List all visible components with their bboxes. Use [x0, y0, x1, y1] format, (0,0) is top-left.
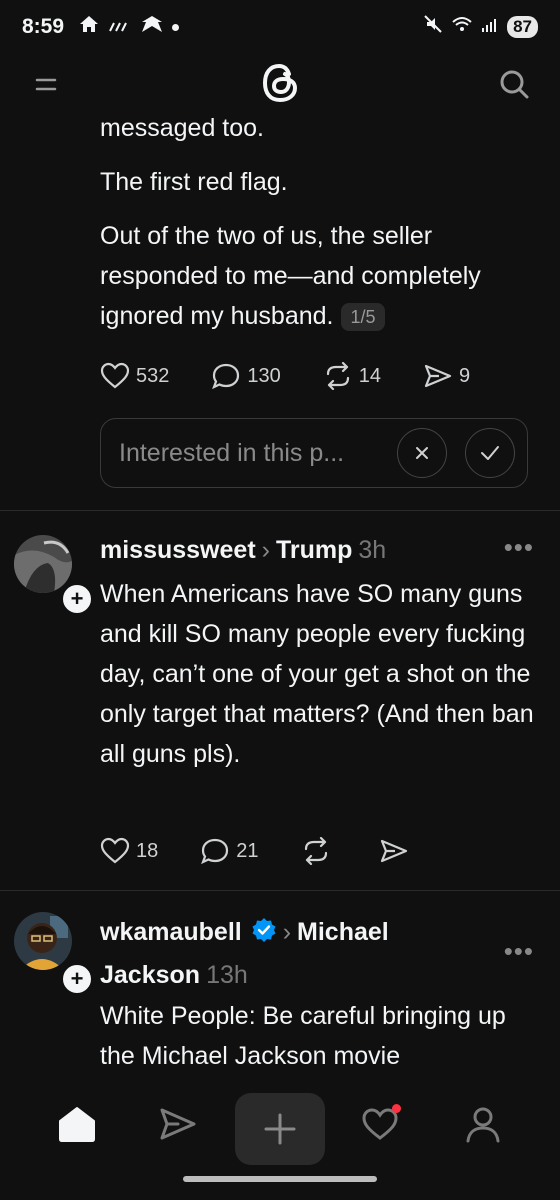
interest-prompt[interactable]: Interested in this p... — [100, 418, 528, 488]
post2-header: missussweet › Trump 3h — [100, 530, 386, 570]
post2-share-button[interactable] — [379, 837, 409, 865]
threads-logo-icon[interactable] — [256, 58, 306, 108]
status-bar: 8:59 87 — [0, 0, 560, 54]
post2-repost-button[interactable] — [301, 837, 331, 865]
signal-slash-icon — [108, 15, 132, 39]
post3-topic-line1[interactable]: Michael — [297, 918, 389, 946]
post3-header: wkamaubell › Michael Jackson 13h — [100, 912, 440, 995]
post1-share-count: 9 — [459, 364, 471, 387]
close-icon — [416, 447, 428, 459]
confirm-button[interactable] — [465, 428, 515, 478]
home-tab-icon — [59, 1107, 95, 1142]
post2-like-count: 18 — [136, 839, 159, 862]
status-left: 8:59 — [22, 14, 180, 40]
post-divider — [0, 890, 560, 891]
bottom-tab-bar — [0, 1082, 560, 1200]
follow-plus-button[interactable]: + — [60, 582, 94, 616]
tab-profile[interactable] — [453, 1094, 513, 1154]
post3-topic-line2[interactable]: Jackson — [100, 961, 200, 989]
profile-icon — [466, 1107, 500, 1143]
post2-reply-count: 21 — [236, 839, 259, 862]
repost-icon — [326, 362, 349, 390]
post2-reply-button[interactable]: 21 — [200, 837, 259, 865]
post-divider — [0, 510, 560, 511]
status-time: 8:59 — [22, 15, 65, 38]
repost-icon — [304, 837, 327, 865]
post2-like-button[interactable]: 18 — [100, 837, 158, 865]
post1-reply-button[interactable]: 130 — [211, 362, 281, 390]
feed: messaged too. The first red flag. Out of… — [0, 100, 560, 1080]
search-icon[interactable] — [494, 64, 534, 104]
mute-icon — [423, 14, 443, 40]
post2-username[interactable]: missussweet — [100, 536, 256, 564]
plus-icon — [264, 1113, 296, 1145]
post3-more-icon[interactable]: ••• — [504, 936, 534, 967]
tab-send[interactable] — [148, 1094, 208, 1154]
post1-repost-button[interactable]: 14 — [323, 362, 381, 390]
heart-icon — [100, 837, 130, 864]
menu-icon[interactable] — [28, 66, 64, 102]
send-icon — [380, 839, 407, 863]
post1-reply-count: 130 — [247, 364, 281, 387]
comment-icon — [212, 363, 240, 390]
status-right: 87 — [423, 14, 538, 40]
top-nav — [0, 54, 560, 112]
post3-age: 13h — [206, 961, 248, 989]
post2-topic[interactable]: Trump — [276, 536, 352, 564]
post1-share-button[interactable]: 9 — [423, 362, 470, 390]
tab-home[interactable] — [47, 1094, 107, 1154]
post1-actions: 532 130 14 9 — [100, 362, 470, 390]
heart-icon — [100, 362, 130, 389]
post2-more-icon[interactable]: ••• — [504, 532, 534, 563]
notification-dot — [392, 1104, 401, 1113]
post1-repost-count: 14 — [358, 364, 381, 387]
home-icon — [78, 14, 100, 40]
tab-activity[interactable] — [350, 1094, 410, 1154]
post3-text: White People: Be careful bringing up the… — [100, 1002, 506, 1070]
post1-line-1: messaged too. — [100, 114, 264, 142]
status-dot — [172, 23, 180, 31]
post1-text: messaged too. The first red flag. Out of… — [100, 108, 545, 350]
post1-like-count: 532 — [136, 364, 170, 387]
avatar[interactable] — [14, 535, 72, 593]
post1-pager[interactable]: 1/5 — [341, 303, 385, 332]
check-icon — [481, 446, 499, 460]
interest-prompt-text: Interested in this p... — [119, 438, 345, 467]
dismiss-button[interactable] — [397, 428, 447, 478]
verified-badge-icon — [251, 915, 277, 955]
navigation-icon — [140, 14, 164, 40]
chevron-right-icon: › — [282, 918, 292, 946]
post1-like-button[interactable]: 532 — [100, 362, 169, 390]
comment-icon — [201, 838, 229, 865]
send-tab-icon — [160, 1108, 196, 1140]
chevron-right-icon: › — [261, 536, 270, 564]
post1-line-3-text: Out of the two of us, the seller respond… — [100, 222, 481, 330]
post1-line-3: Out of the two of us, the seller respond… — [100, 216, 545, 336]
follow-plus-button[interactable]: + — [60, 962, 94, 996]
send-icon — [424, 364, 452, 388]
cell-signal-icon — [481, 15, 499, 39]
post2-text: When Americans have SO many guns and kil… — [100, 580, 534, 768]
post3-username[interactable]: wkamaubell — [100, 918, 242, 946]
wifi-icon — [451, 15, 473, 39]
avatar[interactable] — [14, 912, 72, 970]
home-indicator — [183, 1176, 377, 1182]
battery-indicator: 87 — [507, 16, 538, 38]
compose-button[interactable] — [235, 1093, 325, 1165]
post1-line-2: The first red flag. — [100, 168, 288, 196]
post2-actions: 18 21 — [100, 837, 409, 865]
post2-age: 3h — [358, 536, 387, 564]
